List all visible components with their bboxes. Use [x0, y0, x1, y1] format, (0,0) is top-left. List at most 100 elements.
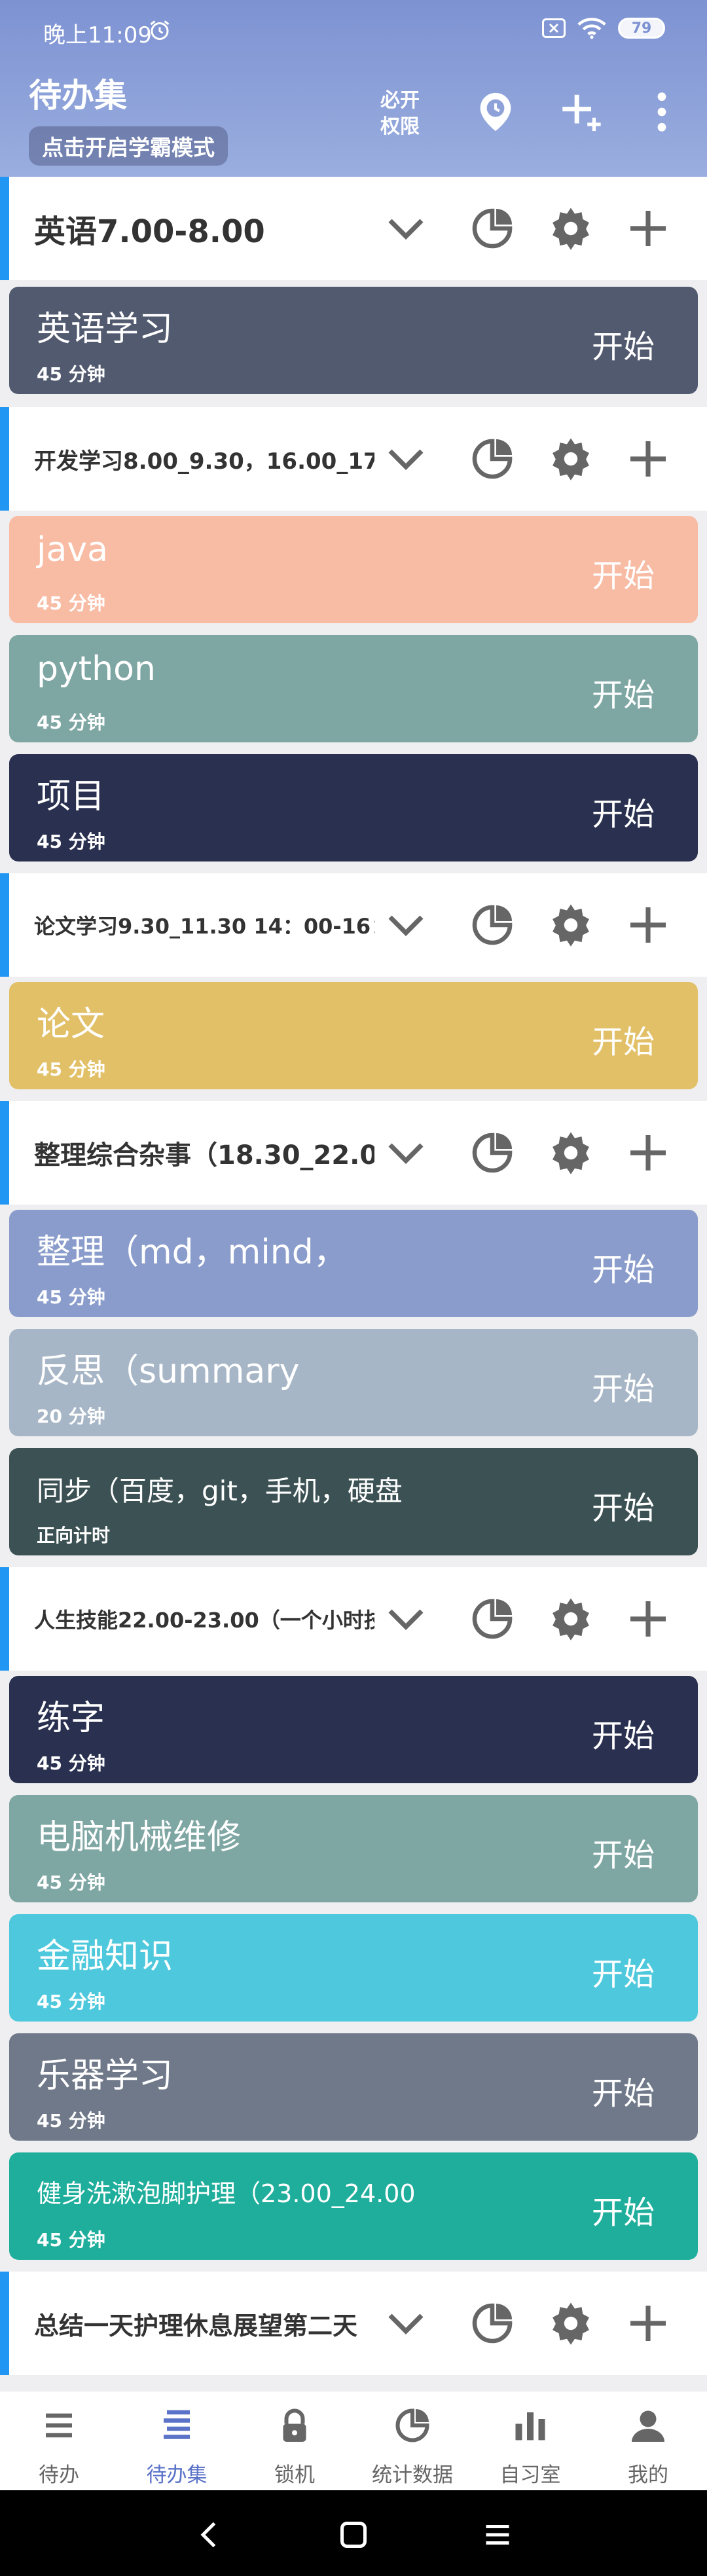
lock-icon: [283, 2408, 306, 2442]
system-navigation-bar: [0, 2490, 707, 2576]
pie-chart-icon[interactable]: [469, 435, 516, 482]
gear-icon[interactable]: [547, 901, 594, 949]
tab-label: 统计数据: [372, 2463, 453, 2487]
tab-lock[interactable]: 锁机: [236, 2391, 354, 2491]
gear-icon[interactable]: [547, 1595, 594, 1642]
task-duration: 45 分钟: [37, 1991, 105, 2012]
bottom-tab-bar: 待办 待办集 锁机 统计数据 自习室 我的: [0, 2391, 707, 2490]
start-button[interactable]: 开始: [592, 788, 655, 834]
more-menu-icon[interactable]: [639, 89, 685, 135]
status-bar: 晚上11:09 79: [0, 0, 707, 63]
task-duration: 45 分钟: [37, 831, 105, 852]
study-mode-button[interactable]: 点击开启学霸模式: [29, 126, 228, 166]
task-card[interactable]: 英语学习 45 分钟 开始: [9, 287, 698, 394]
group-title: 英语7.00-8.00: [34, 213, 265, 250]
task-card[interactable]: 乐器学习 45 分钟 开始: [9, 2033, 698, 2141]
add-group-icon[interactable]: [558, 89, 604, 135]
task-duration: 45 分钟: [37, 2110, 105, 2132]
tab-todo[interactable]: 待办: [0, 2391, 118, 2491]
tab-profile[interactable]: 我的: [589, 2391, 707, 2491]
add-task-icon[interactable]: [625, 435, 672, 482]
group-header[interactable]: 整理综合杂事（18.30_22.00: [0, 1101, 707, 1205]
add-task-icon[interactable]: [625, 901, 672, 949]
pie-chart-icon[interactable]: [469, 1595, 516, 1642]
task-card[interactable]: 论文 45 分钟 开始: [9, 982, 698, 1089]
start-button[interactable]: 开始: [592, 2186, 655, 2232]
task-card[interactable]: 整理（md，mind， 45 分钟 开始: [9, 1210, 698, 1317]
tab-todo-collection[interactable]: 待办集: [118, 2391, 236, 2491]
task-card[interactable]: java 45 分钟 开始: [9, 516, 698, 623]
add-task-icon[interactable]: [625, 205, 672, 252]
chevron-down-icon[interactable]: [382, 435, 429, 482]
group-header[interactable]: 总结一天护理休息展望第二天: [0, 2272, 707, 2375]
group-header[interactable]: 论文学习9.30_11.30 14：00-16：00: [0, 873, 707, 977]
task-card[interactable]: 同步（百度，git，手机，硬盘 正向计时 开始: [9, 1448, 698, 1555]
task-name: 乐器学习: [37, 2056, 173, 2095]
task-card[interactable]: 金融知识 45 分钟 开始: [9, 1914, 698, 2022]
group-header[interactable]: 开发学习8.00_9.30，16.00_17.30: [0, 407, 707, 511]
permission-label-line2: 权限: [380, 115, 420, 138]
start-button[interactable]: 开始: [592, 669, 655, 715]
start-button[interactable]: 开始: [592, 2067, 655, 2113]
group-title: 整理综合杂事（18.30_22.00: [34, 1140, 374, 1170]
group-header[interactable]: 人生技能22.00-23.00（一个小时技能: [0, 1567, 707, 1671]
task-card[interactable]: 电脑机械维修 45 分钟 开始: [9, 1795, 698, 1902]
back-icon[interactable]: [190, 2515, 229, 2554]
start-button[interactable]: 开始: [592, 1948, 655, 1994]
status-time: 晚上11:09: [43, 22, 152, 48]
chevron-down-icon[interactable]: [382, 2300, 429, 2347]
wifi-icon: [577, 18, 606, 39]
chevron-down-icon[interactable]: [382, 1595, 429, 1642]
chevron-down-icon[interactable]: [382, 901, 429, 949]
battery-indicator: 79: [618, 18, 665, 39]
tab-study-room[interactable]: 自习室: [471, 2391, 589, 2491]
task-name: 同步（百度，git，手机，硬盘: [37, 1475, 403, 1507]
start-button[interactable]: 开始: [592, 1829, 655, 1875]
task-name: python: [37, 649, 156, 689]
home-icon[interactable]: [334, 2515, 373, 2554]
start-button[interactable]: 开始: [592, 550, 655, 596]
start-button[interactable]: 开始: [592, 1016, 655, 1062]
pie-chart-icon[interactable]: [469, 2300, 516, 2347]
pie-chart-icon[interactable]: [469, 1129, 516, 1176]
recents-menu-icon[interactable]: [478, 2515, 517, 2554]
chevron-down-icon[interactable]: [382, 1129, 429, 1176]
group-header[interactable]: 英语7.00-8.00: [0, 177, 707, 280]
tab-statistics[interactable]: 统计数据: [354, 2391, 471, 2491]
gear-icon[interactable]: [547, 205, 594, 252]
task-duration: 45 分钟: [37, 1872, 105, 1893]
add-task-icon[interactable]: [625, 1129, 672, 1176]
task-name: java: [37, 530, 108, 570]
bar-chart-icon: [515, 2412, 545, 2440]
location-clock-icon[interactable]: [473, 89, 518, 135]
task-duration: 45 分钟: [37, 1286, 105, 1308]
add-task-icon[interactable]: [625, 1595, 672, 1642]
start-button[interactable]: 开始: [592, 321, 655, 367]
tab-label: 待办: [39, 2463, 79, 2487]
task-card[interactable]: 项目 45 分钟 开始: [9, 754, 698, 862]
task-card[interactable]: python 45 分钟 开始: [9, 635, 698, 742]
gear-icon[interactable]: [547, 1129, 594, 1176]
add-task-icon[interactable]: [625, 2300, 672, 2347]
start-button[interactable]: 开始: [592, 1482, 655, 1528]
task-name: 健身洗漱泡脚护理（23.00_24.00: [37, 2179, 416, 2208]
task-name: 练字: [37, 1699, 105, 1738]
start-button[interactable]: 开始: [592, 1244, 655, 1290]
task-duration: 45 分钟: [37, 1752, 105, 1774]
tab-label: 锁机: [274, 2463, 315, 2487]
task-card[interactable]: 练字 45 分钟 开始: [9, 1676, 698, 1783]
task-card[interactable]: 健身洗漱泡脚护理（23.00_24.00 45 分钟 开始: [9, 2152, 698, 2260]
pie-chart-icon[interactable]: [469, 901, 516, 949]
pie-chart-icon[interactable]: [469, 205, 516, 252]
task-name: 金融知识: [37, 1937, 173, 1976]
chevron-down-icon[interactable]: [382, 205, 429, 252]
start-button[interactable]: 开始: [592, 1710, 655, 1756]
start-button[interactable]: 开始: [592, 1363, 655, 1409]
permission-button[interactable]: 必开 权限: [371, 88, 429, 140]
task-card[interactable]: 反思（summary 20 分钟 开始: [9, 1329, 698, 1436]
tab-label: 自习室: [499, 2463, 561, 2487]
gear-icon[interactable]: [547, 2300, 594, 2347]
task-duration: 20 分钟: [37, 1406, 105, 1427]
gear-icon[interactable]: [547, 435, 594, 482]
task-duration: 45 分钟: [37, 712, 105, 733]
